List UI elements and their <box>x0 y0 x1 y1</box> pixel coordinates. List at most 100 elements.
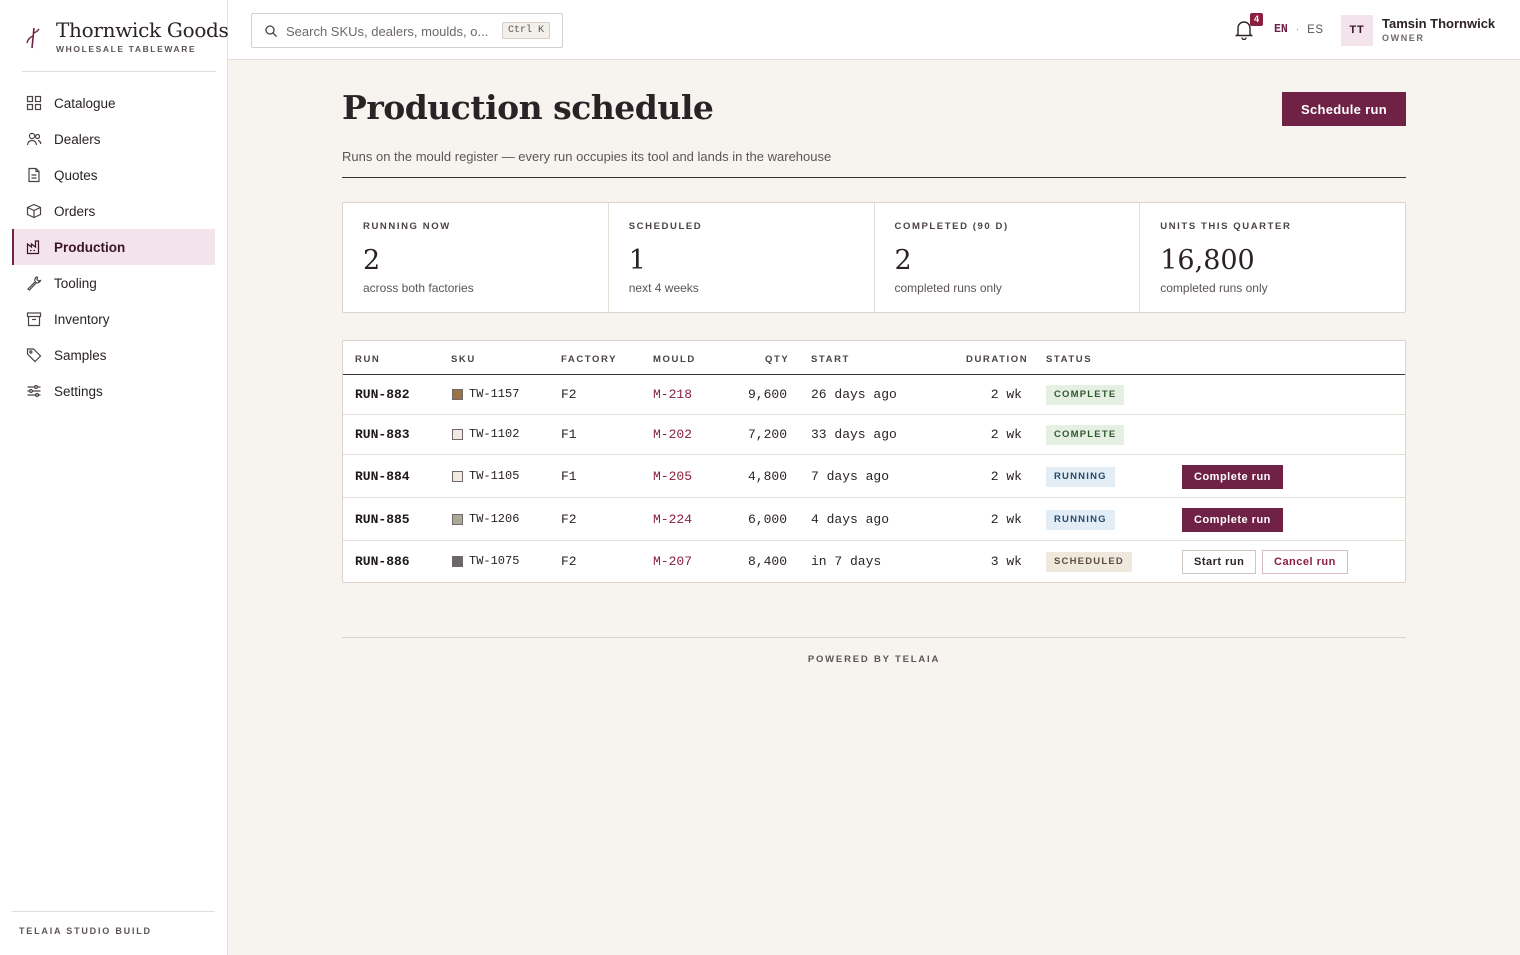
sidebar-item-label: Settings <box>54 383 103 399</box>
footer-divider <box>342 637 1406 638</box>
stat-label: UNITS THIS QUARTER <box>1160 221 1292 232</box>
mould-link[interactable]: M-224 <box>653 512 692 527</box>
column-header-factory[interactable]: FACTORY <box>561 354 617 365</box>
mould-link[interactable]: M-205 <box>653 469 692 484</box>
sidebar-item-label: Dealers <box>54 131 101 147</box>
status-badge: RUNNING <box>1046 509 1115 530</box>
box-icon <box>26 203 42 219</box>
start-date: 33 days ago <box>811 427 897 442</box>
avatar[interactable]: TT <box>1341 15 1373 46</box>
sku-color-swatch <box>452 556 463 567</box>
duration: 2 wk <box>990 387 1022 402</box>
run-id[interactable]: RUN-883 <box>355 427 410 442</box>
stat-value: 2 <box>363 245 381 276</box>
sidebar-nav: Catalogue Dealers Quotes Orders Producti… <box>12 85 215 409</box>
brand-logo-icon <box>26 27 40 49</box>
factory-code: F1 <box>561 427 577 442</box>
complete-run-button[interactable]: Complete run <box>1182 507 1283 532</box>
start-run-button[interactable]: Start run <box>1182 550 1257 574</box>
sidebar-item-settings[interactable]: Settings <box>12 373 215 409</box>
sku-color-swatch <box>452 513 463 525</box>
table-row[interactable]: RUN-886 TW-1075 F2 M-207 8,400 in 7 days 3 wk S… <box>343 541 1405 583</box>
complete-run-button[interactable]: Complete run <box>1182 464 1283 489</box>
stat-value: 2 <box>894 245 912 276</box>
language-option-es[interactable]: ES <box>1307 24 1323 36</box>
start-date: in 7 days <box>811 554 882 569</box>
duration: 2 wk <box>990 511 1022 527</box>
factory-code: F2 <box>561 554 577 569</box>
sidebar-item-orders[interactable]: Orders <box>12 193 215 229</box>
column-header-mould[interactable]: MOULD <box>653 354 696 365</box>
quantity: 4,800 <box>747 468 787 484</box>
table-row[interactable]: RUN-883 TW-1102 F1 M-202 7,200 33 days ago 2 w… <box>343 415 1405 455</box>
run-id[interactable]: RUN-886 <box>355 554 410 569</box>
sidebar-footer: TELAIA STUDIO BUILD <box>12 911 215 936</box>
column-header-qty[interactable]: QTY <box>765 354 789 365</box>
topbar: Ctrl K 4 EN · ES TT Tamsin Thornwick OWN… <box>228 0 1520 60</box>
stat-value: 16,800 <box>1160 245 1255 276</box>
duration: 2 wk <box>990 468 1022 484</box>
status-badge: COMPLETE <box>1046 425 1125 445</box>
search-box[interactable]: Ctrl K <box>251 13 563 48</box>
sidebar-item-tooling[interactable]: Tooling <box>12 265 215 301</box>
page-title: Production schedule <box>342 88 714 127</box>
table-row[interactable]: RUN-882 TW-1157 F2 M-218 9,600 26 days ago 2 w… <box>343 375 1405 415</box>
column-header-duration[interactable]: DURATION <box>966 354 1028 365</box>
mould-link[interactable]: M-218 <box>653 387 692 402</box>
stat-label: COMPLETED (90 D) <box>894 221 1009 232</box>
stat-note: across both factories <box>363 281 474 295</box>
sidebar-item-label: Orders <box>54 203 96 219</box>
status-badge: RUNNING <box>1046 466 1115 487</box>
grid-icon <box>26 95 42 111</box>
run-id[interactable]: RUN-882 <box>355 387 410 402</box>
sidebar-item-label: Quotes <box>54 167 98 183</box>
table-row[interactable]: RUN-885 TW-1206 F2 M-224 6,000 4 days ago 2 wk… <box>343 498 1405 541</box>
sidebar-item-catalogue[interactable]: Catalogue <box>12 85 215 121</box>
status-badge: COMPLETE <box>1046 385 1125 405</box>
language-separator: · <box>1295 24 1300 35</box>
sidebar-item-production[interactable]: Production <box>12 229 215 265</box>
stat-note: completed runs only <box>1160 281 1268 295</box>
users-icon <box>26 131 42 147</box>
stat-scheduled: SCHEDULED 1 next 4 weeks <box>609 203 875 312</box>
powered-by: POWERED BY TELAIA <box>807 654 941 665</box>
stats-panel: RUNNING NOW 2 across both factories SCHE… <box>342 202 1406 313</box>
column-header-status[interactable]: STATUS <box>1046 354 1092 365</box>
language-switcher: EN · ES <box>1274 23 1324 36</box>
language-option-en[interactable]: EN <box>1274 23 1288 36</box>
run-id[interactable]: RUN-884 <box>355 469 410 484</box>
factory-code: F1 <box>561 468 577 484</box>
column-header-run[interactable]: RUN <box>355 354 380 365</box>
sidebar-item-samples[interactable]: Samples <box>12 337 215 373</box>
brand-name: Thornwick Goods <box>56 18 229 42</box>
status-badge: SCHEDULED <box>1046 552 1132 572</box>
start-date: 7 days ago <box>811 468 890 484</box>
mould-link[interactable]: M-202 <box>653 427 692 442</box>
sidebar-item-dealers[interactable]: Dealers <box>12 121 215 157</box>
brand[interactable]: Thornwick Goods WHOLESALE TABLEWARE <box>22 18 229 72</box>
schedule-run-button[interactable]: Schedule run <box>1282 92 1406 126</box>
table-row[interactable]: RUN-884 TW-1105 F1 M-205 4,800 7 days ago 2 wk… <box>343 455 1405 498</box>
search-shortcut-hint: Ctrl K <box>501 22 550 39</box>
user-role: OWNER <box>1382 33 1425 43</box>
stat-note: next 4 weeks <box>628 281 699 295</box>
stat-value: 1 <box>628 245 646 276</box>
sku-code: TW-1105 <box>469 468 520 483</box>
factory-code: F2 <box>561 387 577 402</box>
duration: 2 wk <box>990 427 1022 442</box>
stat-completed: COMPLETED (90 D) 2 completed runs only <box>875 203 1141 312</box>
run-id[interactable]: RUN-885 <box>355 512 410 527</box>
column-header-start[interactable]: START <box>811 354 850 365</box>
column-header-sku[interactable]: SKU <box>451 354 476 365</box>
sku-color-swatch <box>452 389 463 400</box>
sidebar-item-label: Samples <box>54 347 107 363</box>
user-name[interactable]: Tamsin Thornwick <box>1382 16 1495 31</box>
mould-link[interactable]: M-207 <box>653 554 692 569</box>
sidebar-item-quotes[interactable]: Quotes <box>12 157 215 193</box>
duration: 3 wk <box>990 554 1022 569</box>
production-runs-table: RUN SKU FACTORY MOULD QTY START DURATION… <box>342 340 1406 583</box>
sidebar-item-inventory[interactable]: Inventory <box>12 301 215 337</box>
search-input[interactable] <box>286 21 496 41</box>
sku-color-swatch <box>452 429 463 440</box>
cancel-run-button[interactable]: Cancel run <box>1262 550 1348 574</box>
